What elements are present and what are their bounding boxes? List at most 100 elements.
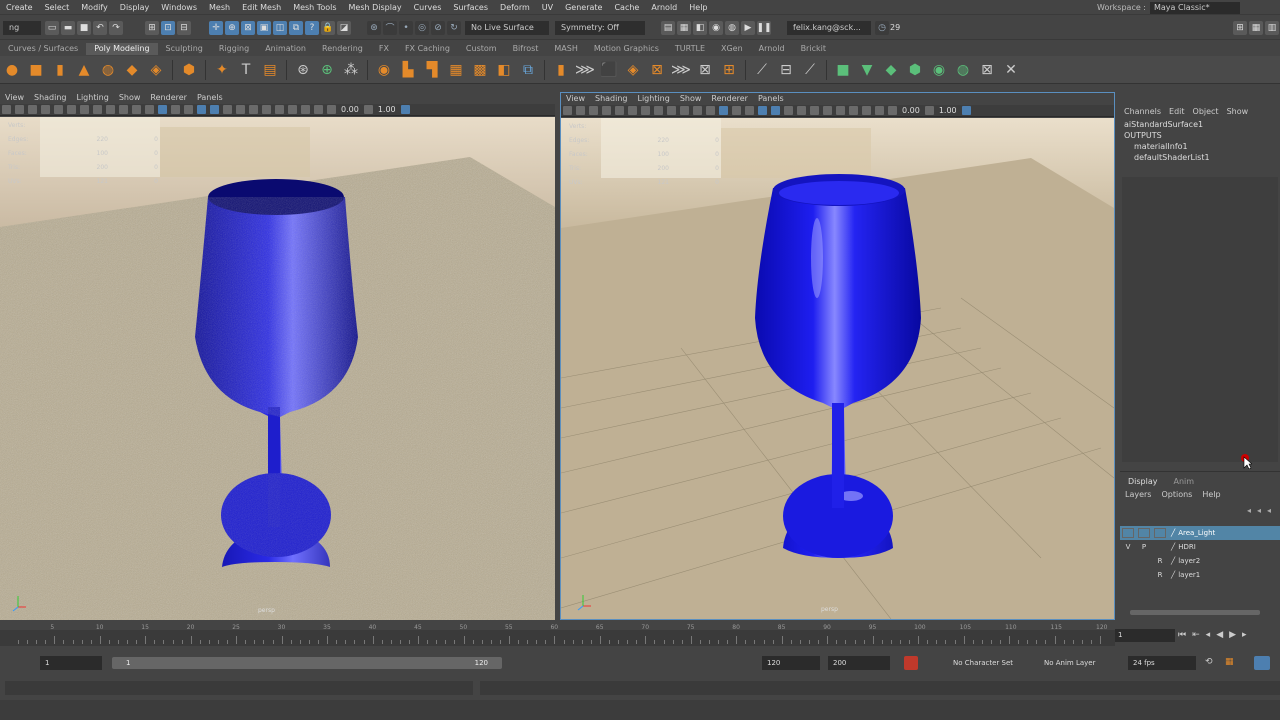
- tab-poly-modeling[interactable]: Poly Modeling: [86, 43, 158, 55]
- isolate-select-icon[interactable]: [836, 106, 845, 115]
- current-frame-field[interactable]: 1: [1115, 628, 1175, 642]
- tab-anim-layers[interactable]: Anim: [1166, 475, 1203, 488]
- tab-curves-surfaces[interactable]: Curves / Surfaces: [0, 43, 86, 55]
- select-deformation-icon[interactable]: ◫: [273, 20, 287, 35]
- tab-custom[interactable]: Custom: [458, 43, 505, 55]
- animation-end-field[interactable]: 200: [828, 656, 890, 670]
- target-weld-icon[interactable]: ⊞: [719, 60, 739, 80]
- tab-rigging[interactable]: Rigging: [211, 43, 257, 55]
- display-type-toggle[interactable]: [1154, 528, 1166, 538]
- collapse-icon[interactable]: ⋙: [671, 60, 691, 80]
- combine-icon[interactable]: ◉: [374, 60, 394, 80]
- wireframe-icon[interactable]: [706, 106, 715, 115]
- smooth-shade-icon[interactable]: [158, 105, 167, 114]
- gate-mask-icon[interactable]: [93, 105, 102, 114]
- tool-settings-icon[interactable]: ▥: [1265, 20, 1279, 35]
- tab-brickit[interactable]: Brickit: [793, 43, 834, 55]
- append-icon[interactable]: ◈: [623, 60, 643, 80]
- ipr-render-icon[interactable]: ◧: [693, 20, 707, 35]
- mel-input-field[interactable]: [5, 681, 473, 695]
- viewport-menu-panels[interactable]: Panels: [192, 92, 228, 104]
- viewport-menu-shading[interactable]: Shading: [29, 92, 72, 104]
- viewport-menu-show[interactable]: Show: [114, 92, 146, 104]
- layer-row[interactable]: V P ╱ HDRI: [1120, 540, 1280, 554]
- isolate-select-icon[interactable]: [275, 105, 284, 114]
- bookmarks-icon[interactable]: [589, 106, 598, 115]
- ambient-occlusion-icon[interactable]: [784, 106, 793, 115]
- right-viewport-render[interactable]: Verts: Edges: 220 0 Faces: 100 0 Tris: 200 0 U…: [561, 118, 1114, 619]
- layer-row[interactable]: R ╱ layer1: [1120, 568, 1280, 582]
- auto-key-icon[interactable]: [904, 656, 918, 670]
- menu-arnold[interactable]: Arnold: [645, 0, 683, 15]
- uv-layout-icon[interactable]: ◍: [953, 60, 973, 80]
- help-menu[interactable]: Help: [1197, 488, 1225, 502]
- tab-motion-graphics[interactable]: Motion Graphics: [586, 43, 667, 55]
- output-node[interactable]: defaultShaderList1: [1120, 152, 1280, 163]
- move-layer-up-icon[interactable]: ◂: [1247, 506, 1251, 515]
- open-scene-icon[interactable]: ▬: [61, 20, 75, 35]
- edit-menu[interactable]: Edit: [1165, 105, 1189, 119]
- layer-name[interactable]: layer1: [1178, 571, 1200, 579]
- user-account-dropdown[interactable]: felix.kang@sck...: [787, 20, 871, 35]
- default-material-icon[interactable]: [171, 105, 180, 114]
- render-view-icon[interactable]: ◉: [709, 20, 723, 35]
- resolution-gate-icon[interactable]: [641, 106, 650, 115]
- image-plane-icon[interactable]: [41, 105, 50, 114]
- separate-icon[interactable]: ▙: [398, 60, 418, 80]
- channels-menu[interactable]: Channels: [1120, 105, 1165, 119]
- shadows-icon[interactable]: [210, 105, 219, 114]
- motion-blur-icon[interactable]: [236, 105, 245, 114]
- select-component-icon[interactable]: ⊟: [177, 20, 191, 35]
- gate-mask-icon[interactable]: [654, 106, 663, 115]
- poly-cylinder-icon[interactable]: ▮: [50, 60, 70, 80]
- mirror-icon[interactable]: ▩: [470, 60, 490, 80]
- tab-rendering[interactable]: Rendering: [314, 43, 371, 55]
- menu-help[interactable]: Help: [683, 0, 713, 15]
- paint-select-icon[interactable]: ⊕: [317, 60, 337, 80]
- uv-cylindrical-icon[interactable]: ▼: [857, 60, 877, 80]
- menu-set-dropdown[interactable]: ng: [3, 20, 41, 35]
- menu-mesh-tools[interactable]: Mesh Tools: [287, 0, 342, 15]
- render-current-icon[interactable]: ▦: [677, 20, 691, 35]
- layer-name[interactable]: layer2: [1178, 557, 1200, 565]
- menu-edit-mesh[interactable]: Edit Mesh: [236, 0, 287, 15]
- text-tool-icon[interactable]: T: [236, 60, 256, 80]
- time-slider-track[interactable]: [0, 630, 1115, 646]
- save-scene-icon[interactable]: ■: [77, 20, 91, 35]
- layers-menu[interactable]: Layers: [1120, 488, 1156, 502]
- sculpt-tool-icon[interactable]: ⊛: [293, 60, 313, 80]
- gamma-value[interactable]: 1.00: [375, 105, 399, 114]
- symmetry-dropdown[interactable]: Symmetry: Off: [555, 20, 645, 35]
- gamma-icon[interactable]: [363, 105, 373, 114]
- exposure-icon[interactable]: [888, 106, 897, 115]
- redo-icon[interactable]: ↷: [109, 20, 123, 35]
- snap-grid-icon[interactable]: ⊛: [367, 20, 381, 35]
- select-handle-icon[interactable]: ✛: [209, 20, 223, 35]
- smooth-icon[interactable]: ▜: [422, 60, 442, 80]
- pause-render-icon[interactable]: ❚❚: [756, 20, 772, 35]
- go-to-start-icon[interactable]: ⏮: [1178, 630, 1186, 640]
- viewport-menu-lighting[interactable]: Lighting: [71, 92, 113, 104]
- layer-row[interactable]: ╱ Area_Light: [1120, 526, 1280, 540]
- use-all-lights-icon[interactable]: [758, 106, 767, 115]
- tab-display-layers[interactable]: Display: [1120, 475, 1166, 488]
- tab-bifrost[interactable]: Bifrost: [505, 43, 547, 55]
- image-plane-icon[interactable]: [602, 106, 611, 115]
- object-menu[interactable]: Object: [1189, 105, 1223, 119]
- insert-edge-loop-icon[interactable]: ⊟: [776, 60, 796, 80]
- motion-blur-icon[interactable]: [797, 106, 806, 115]
- exposure-value[interactable]: 0.00: [338, 105, 362, 114]
- safe-title-icon[interactable]: [132, 105, 141, 114]
- anti-aliasing-icon[interactable]: [249, 105, 258, 114]
- audio-icon[interactable]: [1254, 656, 1270, 670]
- tab-mash[interactable]: MASH: [546, 43, 585, 55]
- selected-node-name[interactable]: aiStandardSurface1: [1120, 119, 1280, 130]
- workspace-dropdown[interactable]: Maya Classic*: [1150, 1, 1240, 14]
- uv-spherical-icon[interactable]: ◆: [881, 60, 901, 80]
- menu-select[interactable]: Select: [39, 0, 76, 15]
- select-object-icon[interactable]: ⊡: [161, 20, 175, 35]
- live-surface-dropdown[interactable]: No Live Surface: [465, 20, 549, 35]
- snap-rotate-icon[interactable]: ↻: [447, 20, 461, 35]
- viewport-menu-view[interactable]: View: [0, 92, 29, 104]
- viewport-menu-view[interactable]: View: [561, 93, 590, 105]
